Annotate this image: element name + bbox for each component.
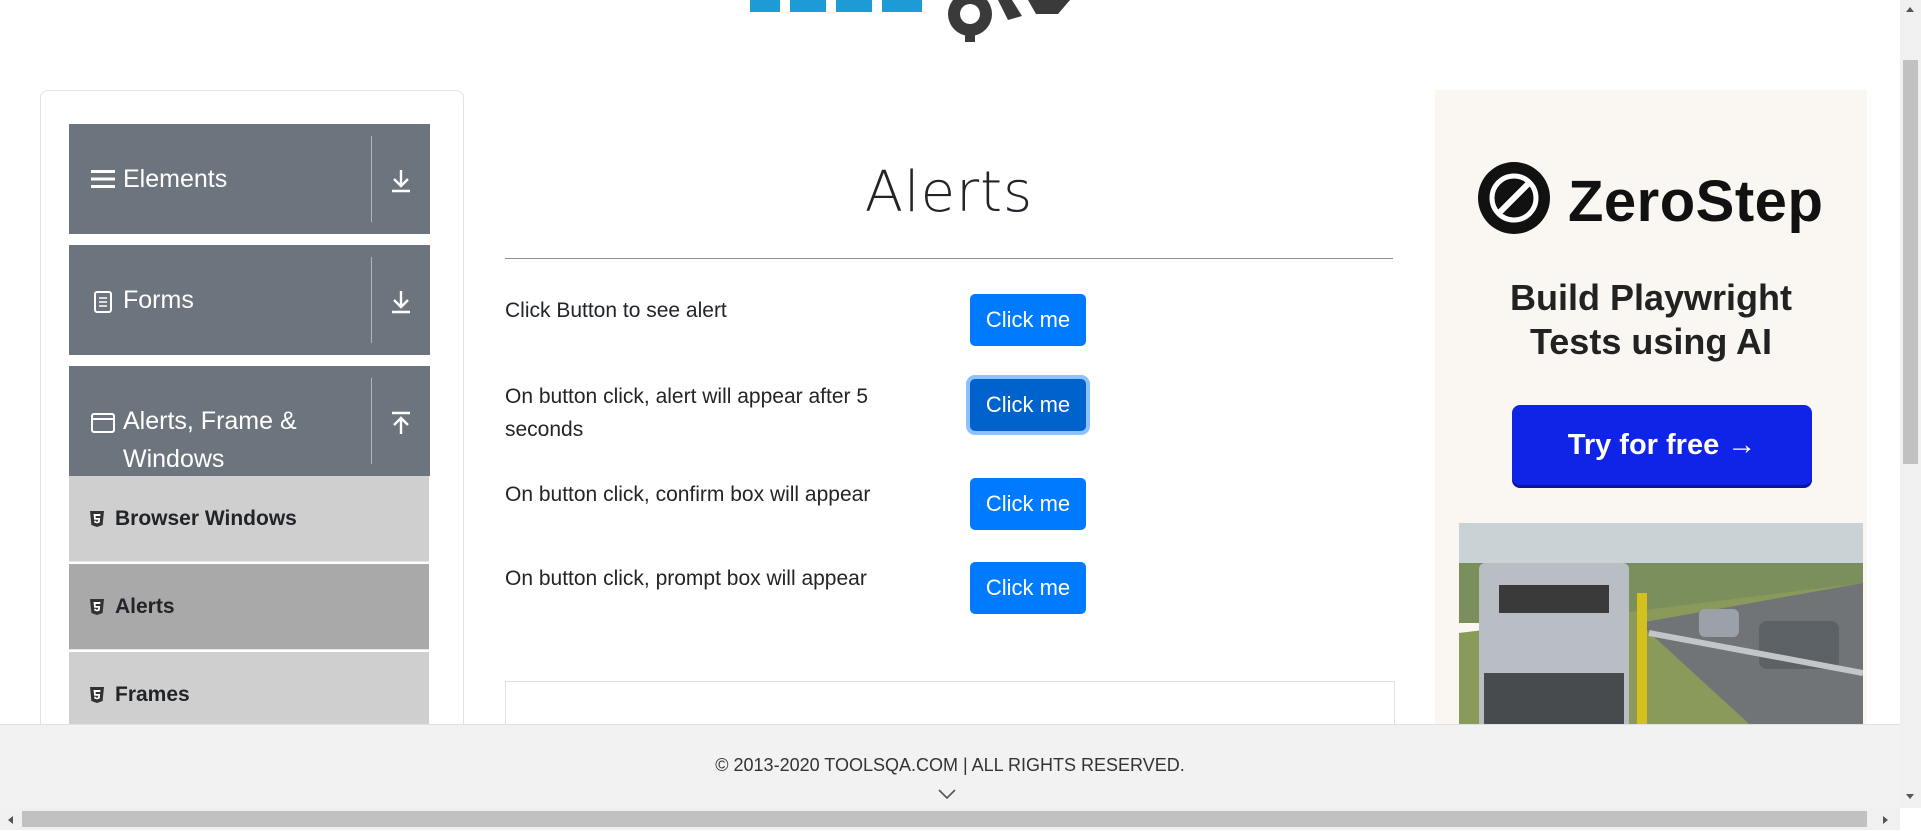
group-title: Elements xyxy=(123,165,228,193)
group-elements[interactable]: Elements xyxy=(69,124,430,234)
divider xyxy=(371,257,372,343)
alert-row-text: Click Button to see alert xyxy=(505,299,727,322)
html5-icon xyxy=(89,686,105,704)
sidebar-item-label: Browser Windows xyxy=(115,506,297,530)
group-title: Forms xyxy=(123,286,194,314)
vertical-scrollbar[interactable] xyxy=(1900,0,1921,808)
ad-headline-line1: Build Playwright xyxy=(1509,277,1793,318)
prompt-row-text: On button click, prompt box will appear xyxy=(505,567,867,590)
advertisement[interactable]: ZeroStep Build Playwright Tests using AI… xyxy=(1435,90,1867,730)
footer: © 2013-2020 TOOLSQA.COM | ALL RIGHTS RES… xyxy=(0,724,1900,809)
scroll-left-arrow-icon[interactable] xyxy=(4,813,16,825)
hamburger-icon xyxy=(91,167,115,191)
scroll-down-arrow-icon[interactable] xyxy=(1904,790,1916,802)
ad-brand: ZeroStep xyxy=(1568,169,1824,234)
chevron-down-icon[interactable] xyxy=(937,787,957,801)
scroll-right-arrow-icon[interactable] xyxy=(1880,813,1892,825)
sidebar-item-label: Frames xyxy=(115,682,190,706)
divider xyxy=(505,258,1393,259)
window-icon xyxy=(91,411,115,435)
copyright-text: © 2013-2020 TOOLSQA.COM | ALL RIGHTS RES… xyxy=(715,755,1185,775)
group-forms[interactable]: Forms xyxy=(69,245,430,355)
zerostep-logo-icon xyxy=(1478,162,1550,234)
prompt-button[interactable]: Click me xyxy=(970,562,1086,614)
confirm-row-text: On button click, confirm box will appear xyxy=(505,483,871,506)
group-title: Alerts, Frame & xyxy=(123,407,297,435)
download-icon[interactable] xyxy=(386,166,416,196)
divider xyxy=(371,136,372,222)
sidebar-item-label: Alerts xyxy=(115,594,175,618)
timer-alert-button[interactable]: Click me xyxy=(970,379,1086,431)
ad-headline-line2: Tests using AI xyxy=(1529,321,1773,362)
scroll-up-arrow-icon[interactable] xyxy=(1904,2,1916,14)
html5-icon xyxy=(89,598,105,616)
toolsqa-logo[interactable] xyxy=(740,0,1180,44)
sidebar-item-alerts[interactable]: Alerts xyxy=(69,564,429,650)
timer-alert-row-text: On button click, alert will appear after… xyxy=(505,385,869,441)
ad-headline: Build Playwright Tests using AI xyxy=(1435,276,1867,364)
alert-button[interactable]: Click me xyxy=(970,294,1086,346)
horizontal-scrollbar[interactable] xyxy=(0,808,1900,830)
horizontal-scrollbar-thumb[interactable] xyxy=(22,811,1867,827)
html5-icon xyxy=(89,510,105,528)
download-icon[interactable] xyxy=(386,287,416,317)
divider xyxy=(371,378,372,464)
group-alerts-frame-windows[interactable]: Alerts, Frame & Windows xyxy=(69,366,430,476)
vertical-scrollbar-thumb[interactable] xyxy=(1903,60,1918,464)
ad-photo[interactable] xyxy=(1459,523,1863,730)
try-for-free-button[interactable]: Try for free → xyxy=(1512,405,1812,485)
sidebar-item-browser-windows[interactable]: Browser Windows xyxy=(69,476,429,562)
confirm-button[interactable]: Click me xyxy=(970,478,1086,530)
group-title-line2: Windows xyxy=(123,445,225,473)
document-icon xyxy=(91,290,115,314)
page-title: Alerts xyxy=(864,160,1034,225)
upload-icon[interactable] xyxy=(386,408,416,438)
